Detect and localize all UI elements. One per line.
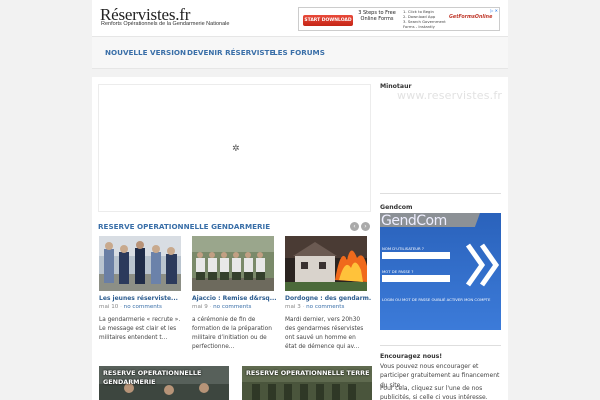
minotaur-widget-text[interactable]: www.reservistes.fr: [397, 89, 502, 102]
gendcom-logo[interactable]: GendCom: [381, 213, 447, 229]
main-nav: NOUVELLE VERSION DEVENIR RÉSERVISTE LES …: [92, 36, 508, 69]
forgot-login-link[interactable]: LOGIN OU MOT DE PASSE OUBLIÉ ACTIVER MON…: [382, 297, 490, 302]
ad-start-download-button[interactable]: START DOWNLOAD: [303, 15, 353, 26]
post-excerpt: La gendarmerie « recrute ». Le message e…: [99, 317, 181, 341]
username-label: NOM D'UTILISATEUR ?: [382, 246, 424, 251]
ad-steps-list: 1. Click to Begin 2. Download App 3. Sea…: [403, 9, 446, 29]
post-comments-link[interactable]: no comments: [306, 304, 344, 310]
post-meta: mai 3 · no comments: [285, 304, 345, 310]
content-separator: [92, 69, 508, 77]
password-label: MOT DE PASSE ?: [382, 269, 414, 274]
post-excerpt: a cérémonie de fin de formation de la pr…: [192, 317, 272, 350]
ad-step: Forms - Instantly: [403, 24, 435, 29]
page-container: Réservistes.fr Renforts Opérationnels de…: [92, 0, 508, 400]
post-comments-link[interactable]: no comments: [124, 304, 162, 310]
post-date: mai 9: [192, 304, 208, 310]
post-thumbnail[interactable]: [285, 236, 367, 291]
banner-ad[interactable]: START DOWNLOAD 3 Steps to Free Online Fo…: [298, 7, 500, 31]
post-meta: mai 10 · no comments: [99, 304, 162, 310]
widget-title-encouragez: Encouragez nous!: [380, 353, 443, 360]
post-meta: mai 9 · no comments: [192, 304, 252, 310]
post-card: Les jeunes réserviste... mai 10 · no com…: [99, 236, 185, 343]
post-title[interactable]: Ajaccio : Remise d&rsq...: [192, 295, 278, 302]
nav-item-les-forums[interactable]: LES FORUMS: [273, 48, 325, 57]
post-date: mai 10: [99, 304, 119, 310]
ad-close-icon[interactable]: ▷ ✕: [490, 8, 498, 13]
ad-brand-logo[interactable]: GetFormsOnline: [449, 15, 492, 20]
nav-item-nouvelle-version[interactable]: NOUVELLE VERSION: [105, 48, 186, 57]
post-card: Ajaccio : Remise d&rsq... mai 9 · no com…: [192, 236, 278, 352]
post-comments-link[interactable]: no comments: [213, 304, 251, 310]
post-date: mai 3: [285, 304, 301, 310]
password-input[interactable]: [382, 275, 450, 282]
encourage-text: Pour cela, cliquez sur l'une de nos publ…: [380, 385, 488, 400]
post-thumbnail[interactable]: [99, 236, 181, 291]
feature-block-label: RESERVE OPERATIONNELLE TERRE: [246, 369, 370, 377]
post-title[interactable]: Les jeunes réserviste...: [99, 295, 185, 302]
gendcom-login-widget: GendCom NOM D'UTILISATEUR ? MOT DE PASSE…: [380, 213, 501, 330]
post-excerpt: Mardi dernier, vers 20h30 des gendarmes …: [285, 317, 364, 350]
carousel-prev-button[interactable]: ‹: [350, 222, 359, 231]
site-subtitle: Renforts Opérationnels de la Gendarmerie…: [101, 21, 230, 27]
feature-block-terre[interactable]: RESERVE OPERATIONNELLE TERRE: [242, 366, 372, 400]
login-submit-chevron-icon[interactable]: [466, 241, 501, 289]
username-input[interactable]: [382, 252, 450, 259]
sidebar: Minotaur www.reservistes.fr Gendcom Gend…: [379, 77, 508, 400]
widget-title-gendcom: Gendcom: [380, 204, 413, 211]
ad-steps-text[interactable]: 3 Steps to Free Online Forms: [357, 10, 397, 28]
site-header: Réservistes.fr Renforts Opérationnels de…: [92, 0, 508, 36]
post-card: Dordogne : des gendarm... mai 3 · no com…: [285, 236, 371, 352]
feature-block-label: RESERVE OPERATIONNELLE GENDARMERIE: [103, 369, 202, 386]
carousel-next-button[interactable]: ›: [361, 222, 370, 231]
post-title[interactable]: Dordogne : des gendarm...: [285, 295, 371, 302]
widget-divider: [380, 193, 501, 194]
section-title-reserve-gendarmerie[interactable]: RESERVE OPERATIONNELLE GENDARMERIE: [98, 222, 270, 231]
nav-item-devenir-reserviste[interactable]: DEVENIR RÉSERVISTE: [187, 48, 274, 57]
loading-spinner-icon: ✲: [232, 144, 240, 154]
feature-block-gendarmerie[interactable]: RESERVE OPERATIONNELLE GENDARMERIE: [99, 366, 229, 400]
featured-slider[interactable]: ✲: [98, 84, 371, 212]
widget-divider: [380, 345, 501, 346]
post-thumbnail[interactable]: [192, 236, 274, 291]
